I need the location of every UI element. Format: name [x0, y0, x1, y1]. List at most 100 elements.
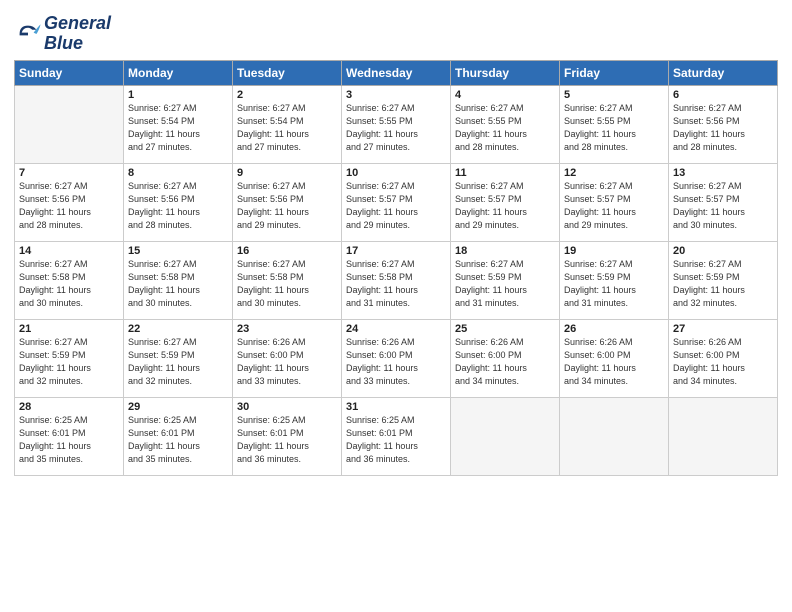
calendar-cell: 24Sunrise: 6:26 AM Sunset: 6:00 PM Dayli… [342, 319, 451, 397]
day-number: 12 [564, 167, 664, 179]
day-number: 6 [673, 89, 773, 101]
calendar-cell: 15Sunrise: 6:27 AM Sunset: 5:58 PM Dayli… [124, 241, 233, 319]
calendar-cell: 30Sunrise: 6:25 AM Sunset: 6:01 PM Dayli… [233, 397, 342, 475]
calendar-cell: 9Sunrise: 6:27 AM Sunset: 5:56 PM Daylig… [233, 163, 342, 241]
day-number: 8 [128, 167, 228, 179]
day-number: 15 [128, 245, 228, 257]
calendar-cell: 5Sunrise: 6:27 AM Sunset: 5:55 PM Daylig… [560, 85, 669, 163]
calendar-cell: 17Sunrise: 6:27 AM Sunset: 5:58 PM Dayli… [342, 241, 451, 319]
calendar-cell: 1Sunrise: 6:27 AM Sunset: 5:54 PM Daylig… [124, 85, 233, 163]
day-detail: Sunrise: 6:26 AM Sunset: 6:00 PM Dayligh… [346, 336, 446, 388]
day-number: 19 [564, 245, 664, 257]
header: GeneralBlue [14, 10, 778, 54]
calendar-cell: 16Sunrise: 6:27 AM Sunset: 5:58 PM Dayli… [233, 241, 342, 319]
day-number: 9 [237, 167, 337, 179]
day-detail: Sunrise: 6:27 AM Sunset: 5:58 PM Dayligh… [19, 258, 119, 310]
calendar-cell: 11Sunrise: 6:27 AM Sunset: 5:57 PM Dayli… [451, 163, 560, 241]
day-number: 5 [564, 89, 664, 101]
calendar-cell: 23Sunrise: 6:26 AM Sunset: 6:00 PM Dayli… [233, 319, 342, 397]
day-detail: Sunrise: 6:27 AM Sunset: 5:59 PM Dayligh… [455, 258, 555, 310]
day-detail: Sunrise: 6:27 AM Sunset: 5:59 PM Dayligh… [19, 336, 119, 388]
calendar-cell [669, 397, 778, 475]
day-number: 28 [19, 401, 119, 413]
calendar-cell [15, 85, 124, 163]
day-number: 18 [455, 245, 555, 257]
day-detail: Sunrise: 6:26 AM Sunset: 6:00 PM Dayligh… [237, 336, 337, 388]
day-number: 7 [19, 167, 119, 179]
day-detail: Sunrise: 6:25 AM Sunset: 6:01 PM Dayligh… [237, 414, 337, 466]
calendar-cell: 25Sunrise: 6:26 AM Sunset: 6:00 PM Dayli… [451, 319, 560, 397]
day-number: 21 [19, 323, 119, 335]
day-number: 26 [564, 323, 664, 335]
page-container: GeneralBlue SundayMondayTuesdayWednesday… [0, 0, 792, 486]
day-detail: Sunrise: 6:25 AM Sunset: 6:01 PM Dayligh… [19, 414, 119, 466]
calendar-cell: 28Sunrise: 6:25 AM Sunset: 6:01 PM Dayli… [15, 397, 124, 475]
calendar-cell [560, 397, 669, 475]
calendar-cell: 14Sunrise: 6:27 AM Sunset: 5:58 PM Dayli… [15, 241, 124, 319]
day-detail: Sunrise: 6:27 AM Sunset: 5:59 PM Dayligh… [128, 336, 228, 388]
weekday-header-friday: Friday [560, 60, 669, 85]
day-detail: Sunrise: 6:27 AM Sunset: 5:58 PM Dayligh… [128, 258, 228, 310]
calendar-cell: 31Sunrise: 6:25 AM Sunset: 6:01 PM Dayli… [342, 397, 451, 475]
day-number: 14 [19, 245, 119, 257]
calendar-week-1: 1Sunrise: 6:27 AM Sunset: 5:54 PM Daylig… [15, 85, 778, 163]
day-detail: Sunrise: 6:27 AM Sunset: 5:55 PM Dayligh… [346, 102, 446, 154]
calendar-table: SundayMondayTuesdayWednesdayThursdayFrid… [14, 60, 778, 476]
day-detail: Sunrise: 6:25 AM Sunset: 6:01 PM Dayligh… [346, 414, 446, 466]
calendar-cell: 19Sunrise: 6:27 AM Sunset: 5:59 PM Dayli… [560, 241, 669, 319]
weekday-header-monday: Monday [124, 60, 233, 85]
day-detail: Sunrise: 6:27 AM Sunset: 5:54 PM Dayligh… [237, 102, 337, 154]
calendar-cell: 26Sunrise: 6:26 AM Sunset: 6:00 PM Dayli… [560, 319, 669, 397]
day-detail: Sunrise: 6:27 AM Sunset: 5:55 PM Dayligh… [564, 102, 664, 154]
day-detail: Sunrise: 6:27 AM Sunset: 5:56 PM Dayligh… [128, 180, 228, 232]
logo: GeneralBlue [14, 14, 111, 54]
weekday-header-thursday: Thursday [451, 60, 560, 85]
logo-text: GeneralBlue [44, 14, 111, 54]
day-number: 3 [346, 89, 446, 101]
day-detail: Sunrise: 6:27 AM Sunset: 5:59 PM Dayligh… [673, 258, 773, 310]
day-number: 10 [346, 167, 446, 179]
day-detail: Sunrise: 6:25 AM Sunset: 6:01 PM Dayligh… [128, 414, 228, 466]
weekday-header-sunday: Sunday [15, 60, 124, 85]
day-number: 17 [346, 245, 446, 257]
day-number: 27 [673, 323, 773, 335]
calendar-cell: 27Sunrise: 6:26 AM Sunset: 6:00 PM Dayli… [669, 319, 778, 397]
calendar-week-5: 28Sunrise: 6:25 AM Sunset: 6:01 PM Dayli… [15, 397, 778, 475]
day-number: 11 [455, 167, 555, 179]
day-number: 20 [673, 245, 773, 257]
calendar-cell: 18Sunrise: 6:27 AM Sunset: 5:59 PM Dayli… [451, 241, 560, 319]
day-detail: Sunrise: 6:27 AM Sunset: 5:57 PM Dayligh… [673, 180, 773, 232]
day-detail: Sunrise: 6:27 AM Sunset: 5:55 PM Dayligh… [455, 102, 555, 154]
day-detail: Sunrise: 6:27 AM Sunset: 5:57 PM Dayligh… [455, 180, 555, 232]
day-number: 2 [237, 89, 337, 101]
day-number: 31 [346, 401, 446, 413]
day-number: 23 [237, 323, 337, 335]
calendar-cell: 10Sunrise: 6:27 AM Sunset: 5:57 PM Dayli… [342, 163, 451, 241]
day-number: 13 [673, 167, 773, 179]
day-number: 4 [455, 89, 555, 101]
calendar-cell [451, 397, 560, 475]
weekday-header-saturday: Saturday [669, 60, 778, 85]
calendar-cell: 4Sunrise: 6:27 AM Sunset: 5:55 PM Daylig… [451, 85, 560, 163]
calendar-week-3: 14Sunrise: 6:27 AM Sunset: 5:58 PM Dayli… [15, 241, 778, 319]
day-detail: Sunrise: 6:26 AM Sunset: 6:00 PM Dayligh… [673, 336, 773, 388]
day-detail: Sunrise: 6:27 AM Sunset: 5:57 PM Dayligh… [564, 180, 664, 232]
day-detail: Sunrise: 6:27 AM Sunset: 5:58 PM Dayligh… [237, 258, 337, 310]
calendar-cell: 22Sunrise: 6:27 AM Sunset: 5:59 PM Dayli… [124, 319, 233, 397]
header-row: SundayMondayTuesdayWednesdayThursdayFrid… [15, 60, 778, 85]
generalblue-logo-icon [14, 20, 42, 48]
calendar-cell: 8Sunrise: 6:27 AM Sunset: 5:56 PM Daylig… [124, 163, 233, 241]
day-detail: Sunrise: 6:27 AM Sunset: 5:57 PM Dayligh… [346, 180, 446, 232]
calendar-cell: 12Sunrise: 6:27 AM Sunset: 5:57 PM Dayli… [560, 163, 669, 241]
day-number: 30 [237, 401, 337, 413]
calendar-week-2: 7Sunrise: 6:27 AM Sunset: 5:56 PM Daylig… [15, 163, 778, 241]
day-number: 25 [455, 323, 555, 335]
weekday-header-tuesday: Tuesday [233, 60, 342, 85]
day-number: 29 [128, 401, 228, 413]
day-detail: Sunrise: 6:27 AM Sunset: 5:54 PM Dayligh… [128, 102, 228, 154]
calendar-cell: 3Sunrise: 6:27 AM Sunset: 5:55 PM Daylig… [342, 85, 451, 163]
calendar-week-4: 21Sunrise: 6:27 AM Sunset: 5:59 PM Dayli… [15, 319, 778, 397]
day-detail: Sunrise: 6:27 AM Sunset: 5:56 PM Dayligh… [19, 180, 119, 232]
calendar-cell: 13Sunrise: 6:27 AM Sunset: 5:57 PM Dayli… [669, 163, 778, 241]
weekday-header-wednesday: Wednesday [342, 60, 451, 85]
